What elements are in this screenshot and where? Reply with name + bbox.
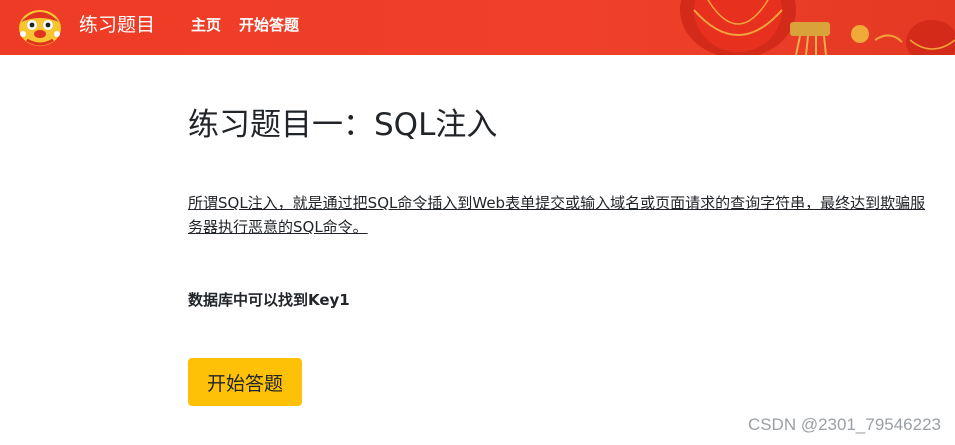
hint-text: 数据库中可以找到Key1: [188, 291, 350, 309]
start-quiz-button[interactable]: 开始答题: [188, 358, 302, 406]
nav-link-home[interactable]: 主页: [191, 14, 221, 36]
red-lantern-icon: [680, 0, 955, 55]
watermark: CSDN @2301_79546223: [747, 415, 941, 434]
page-title: 练习题目一：SQL注入: [188, 107, 498, 143]
description-text: 所谓SQL注入，就是通过把SQL命令插入到Web表单提交或输入域名或页面请求的查…: [188, 194, 926, 236]
lion-dance-icon[interactable]: [17, 4, 63, 48]
nav-link-start-quiz[interactable]: 开始答题: [239, 14, 299, 36]
brand-title[interactable]: 练习题目: [79, 12, 155, 38]
top-navbar: 练习题目 主页 开始答题: [0, 0, 955, 55]
